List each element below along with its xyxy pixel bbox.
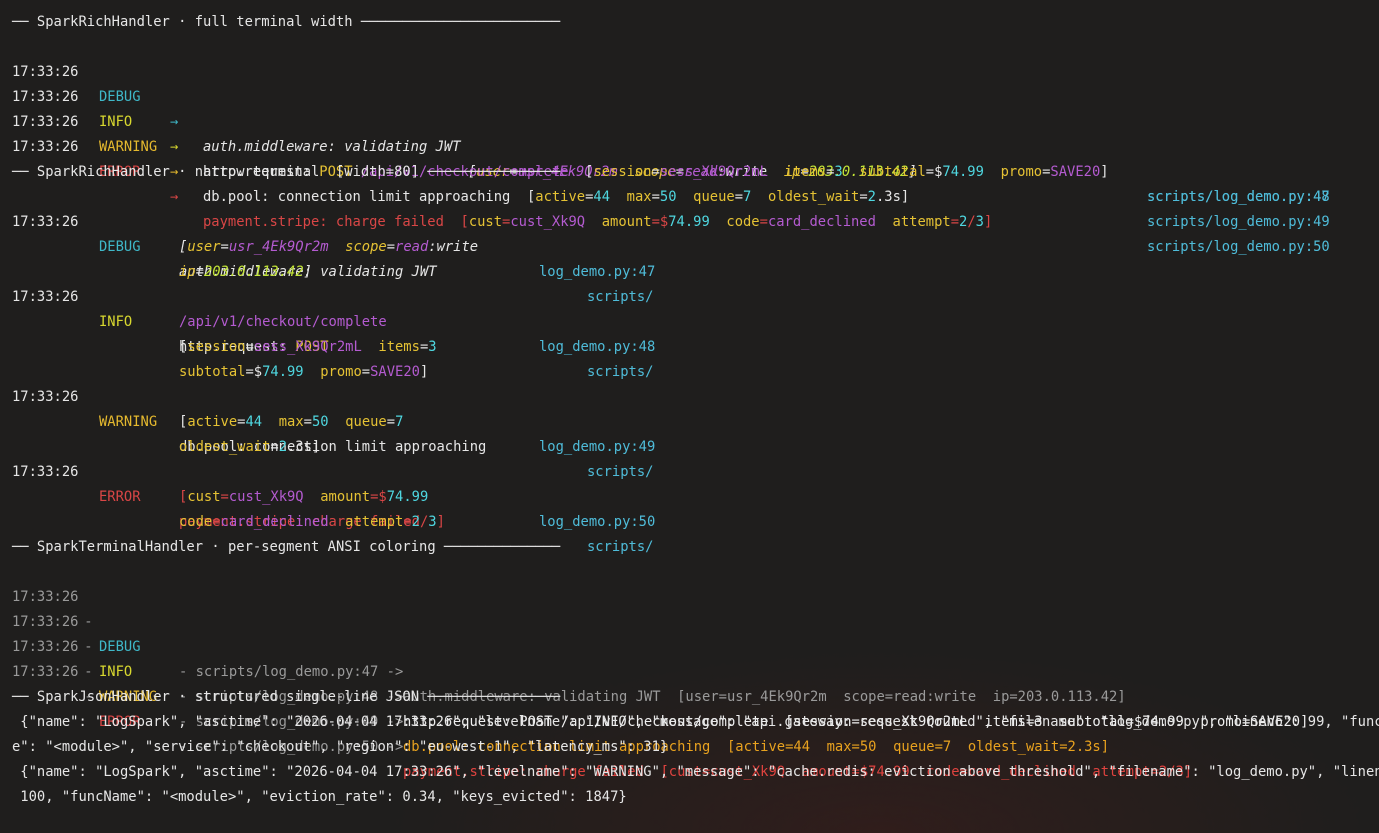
narrow-row-info: 17:33:26 INFO http.request: POST scripts… [12,260,1312,380]
log-row-error: 17:33:26 ERROR → payment.stripe: charge … [12,110,1330,255]
narrow-row-debug-cont: ip=203.0.113.42] [12,235,1312,280]
narrow-row-warning: 17:33:26 WARNING db.pool: connection lim… [12,360,1312,480]
json-line: e": "<module>", "service": "checkout", "… [12,739,669,755]
log-row-warning: 17:33:26 WARNING → db.pool: connection l… [12,85,1330,230]
ansi-row-error: 17:33:26 - ERROR - scripts/log_demo.py:5… [12,635,1352,780]
level-warning: WARNING [99,139,158,155]
narrow-row-warning-cont: oldest_wait=2.3s] [12,410,1312,455]
ansi-row-warning: 17:33:26 - WARNING - scripts/log_demo.py… [12,610,1352,755]
json-line: {"name": "LogSpark", "asctime": "2026-04… [12,764,1379,780]
narrow-row-info-cont: subtotal=$74.99 promo=SAVE20] [12,335,1312,380]
log-row-debug: 17:33:26 DEBUG → auth.middleware: valida… [12,35,1330,205]
log-message: auth.middleware: validating JWT [203,139,461,155]
terminal-window: ── SparkRichHandler · full terminal widt… [0,0,1379,833]
ansi-row-debug: 17:33:26 - DEBUG - scripts/log_demo.py:4… [12,560,1352,705]
narrow-row-debug: 17:33:26 DEBUG auth.middleware: validati… [12,185,1312,305]
section-header-narrow: ── SparkRichHandler · narrow terminal [w… [12,164,561,180]
separator: - [76,664,101,680]
source-link[interactable]: log_demo.py:50 [539,510,655,535]
ansi-row-info: 17:33:26 - INFO - scripts/log_demo.py:48… [12,585,1352,730]
narrow-row-error-cont: [cust=cust_Xk9Q amount=$74.99 log_demo.p… [12,460,1312,530]
log-context: code=card_declined attempt=2/3] [179,514,445,530]
narrow-row-error: 17:33:26 ERROR payment.stripe: charge fa… [12,435,1312,555]
timestamp: 17:33:26 [12,664,79,680]
level-info: INFO [99,114,133,130]
narrow-row-info-cont: /api/v1/checkout/complete log_demo.py:48 [12,285,1312,355]
narrow-row-debug-cont: [user=usr_4Ek9Qr2m scope=read:write log_… [12,210,1312,280]
source-location: - scripts/log_demo.py:47 -> [179,664,412,680]
source-link[interactable]: scripts/ [587,535,653,560]
narrow-row-info-cont: [session=sess_Xk9Qr2mL items=3 [12,310,1312,355]
section-header-json: ── SparkJsonHandler · structured single-… [12,689,561,705]
log-row-info: 17:33:26 INFO → http.request: POST /api/… [12,60,1330,205]
arrow-icon: → [170,114,179,130]
json-line: 100, "funcName": "<module>", "eviction_r… [12,789,627,805]
section-header-full: ── SparkRichHandler · full terminal widt… [12,14,561,30]
arrow-icon: → [170,139,179,155]
section-header-ansi: ── SparkTerminalHandler · per-segment AN… [12,539,561,555]
narrow-row-warning-cont: [active=44 max=50 queue=7 log_demo.py:49 [12,385,1312,455]
json-line: {"name": "LogSpark", "asctime": "2026-04… [12,714,1379,730]
level-info: INFO [99,664,133,680]
timestamp: 17:33:26 [12,139,79,155]
narrow-row-error-cont: code=card_declined attempt=2/3] [12,485,1312,530]
level-debug: DEBUG [99,89,141,105]
